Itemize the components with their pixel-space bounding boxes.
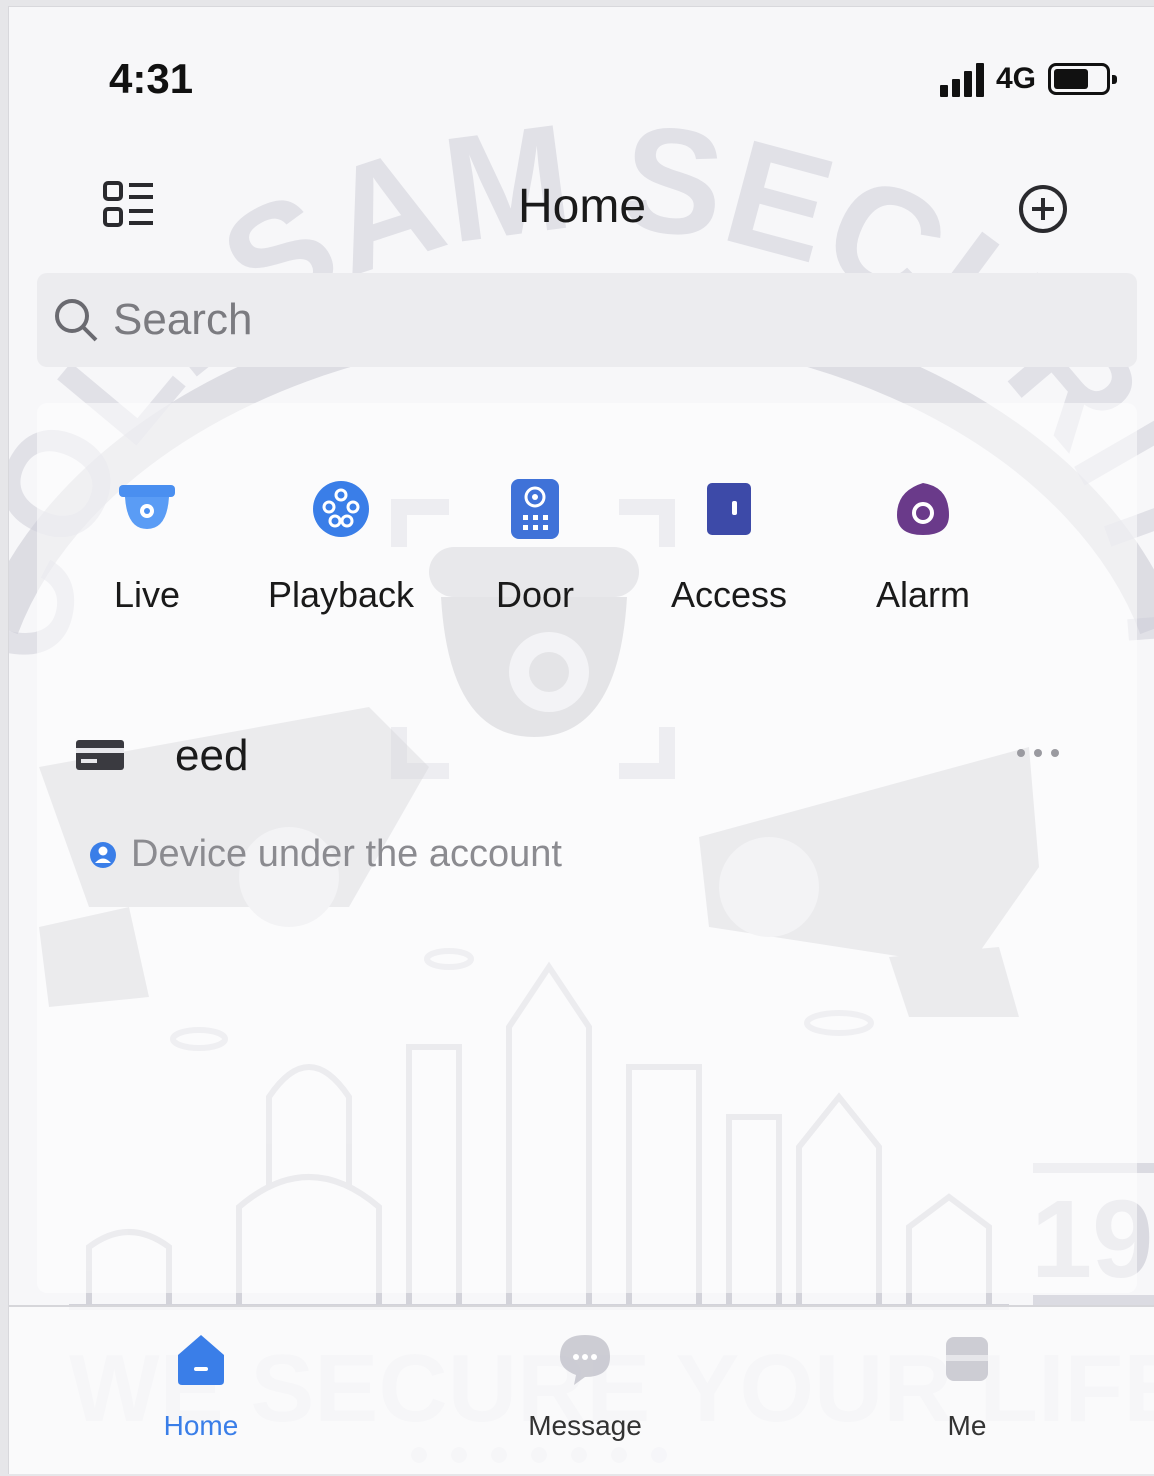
door-intercom-icon bbox=[511, 479, 559, 539]
search-icon bbox=[55, 299, 98, 342]
shortcut-label: Access bbox=[670, 574, 788, 615]
shortcut-access[interactable]: Access bbox=[629, 477, 829, 616]
tab-home[interactable]: Home bbox=[101, 1329, 301, 1442]
battery-icon bbox=[1048, 63, 1117, 95]
access-panel-icon bbox=[707, 483, 751, 535]
more-options-icon[interactable] bbox=[1013, 747, 1063, 759]
tab-me[interactable]: Me bbox=[867, 1329, 1067, 1442]
tab-message[interactable]: Message bbox=[485, 1329, 685, 1442]
home-icon bbox=[178, 1335, 224, 1385]
shortcut-live[interactable]: Live bbox=[47, 477, 247, 616]
tab-label: Me bbox=[947, 1410, 987, 1441]
account-note: Device under the account bbox=[89, 833, 562, 876]
search-input[interactable] bbox=[113, 295, 1013, 345]
add-device-icon[interactable] bbox=[1017, 183, 1069, 235]
shortcut-label: Door bbox=[495, 574, 575, 615]
tab-label: Home bbox=[163, 1410, 239, 1441]
profile-icon bbox=[946, 1337, 988, 1381]
network-type: 4G bbox=[995, 62, 1036, 95]
search-bar[interactable] bbox=[37, 273, 1137, 367]
phone-screen: COLLSAM SECURITY bbox=[8, 6, 1154, 1474]
alarm-sensor-icon bbox=[897, 483, 949, 535]
shortcut-playback[interactable]: Playback bbox=[241, 477, 441, 616]
page-title: Home bbox=[517, 180, 647, 233]
message-icon bbox=[560, 1335, 610, 1385]
tab-label: Message bbox=[528, 1410, 642, 1441]
tab-bar: Home Message Me bbox=[9, 1305, 1154, 1474]
playback-reel-icon bbox=[313, 481, 369, 537]
recorder-device-icon bbox=[76, 740, 124, 770]
user-account-icon bbox=[90, 841, 116, 868]
status-indicators: 4G bbox=[939, 61, 1117, 97]
account-note-text: Device under the account bbox=[131, 833, 562, 875]
shortcut-door[interactable]: Door bbox=[435, 477, 635, 616]
shortcut-label: Live bbox=[113, 574, 181, 615]
shortcut-alarm[interactable]: Alarm bbox=[823, 477, 1023, 616]
shortcut-label: Playback bbox=[267, 574, 415, 615]
dome-camera-icon bbox=[119, 485, 175, 529]
status-time: 4:31 bbox=[109, 55, 194, 102]
shortcut-label: Alarm bbox=[875, 574, 970, 615]
signal-icon bbox=[939, 61, 984, 97]
device-name[interactable]: eed bbox=[175, 731, 248, 781]
